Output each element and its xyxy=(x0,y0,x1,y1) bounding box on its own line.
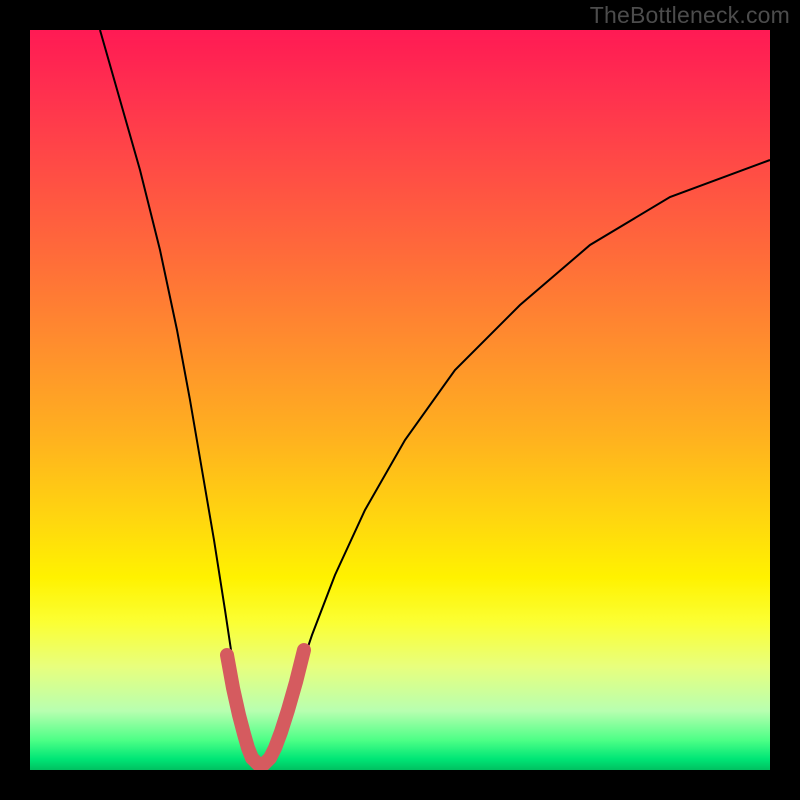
series-right-arm xyxy=(260,160,770,770)
series-trough-highlight-left xyxy=(227,655,252,758)
chart-series-group xyxy=(100,30,770,770)
watermark-text: TheBottleneck.com xyxy=(590,2,790,29)
chart-svg xyxy=(30,30,770,770)
series-trough-highlight-right xyxy=(270,650,304,758)
series-left-arm xyxy=(100,30,260,770)
chart-frame xyxy=(30,30,770,770)
